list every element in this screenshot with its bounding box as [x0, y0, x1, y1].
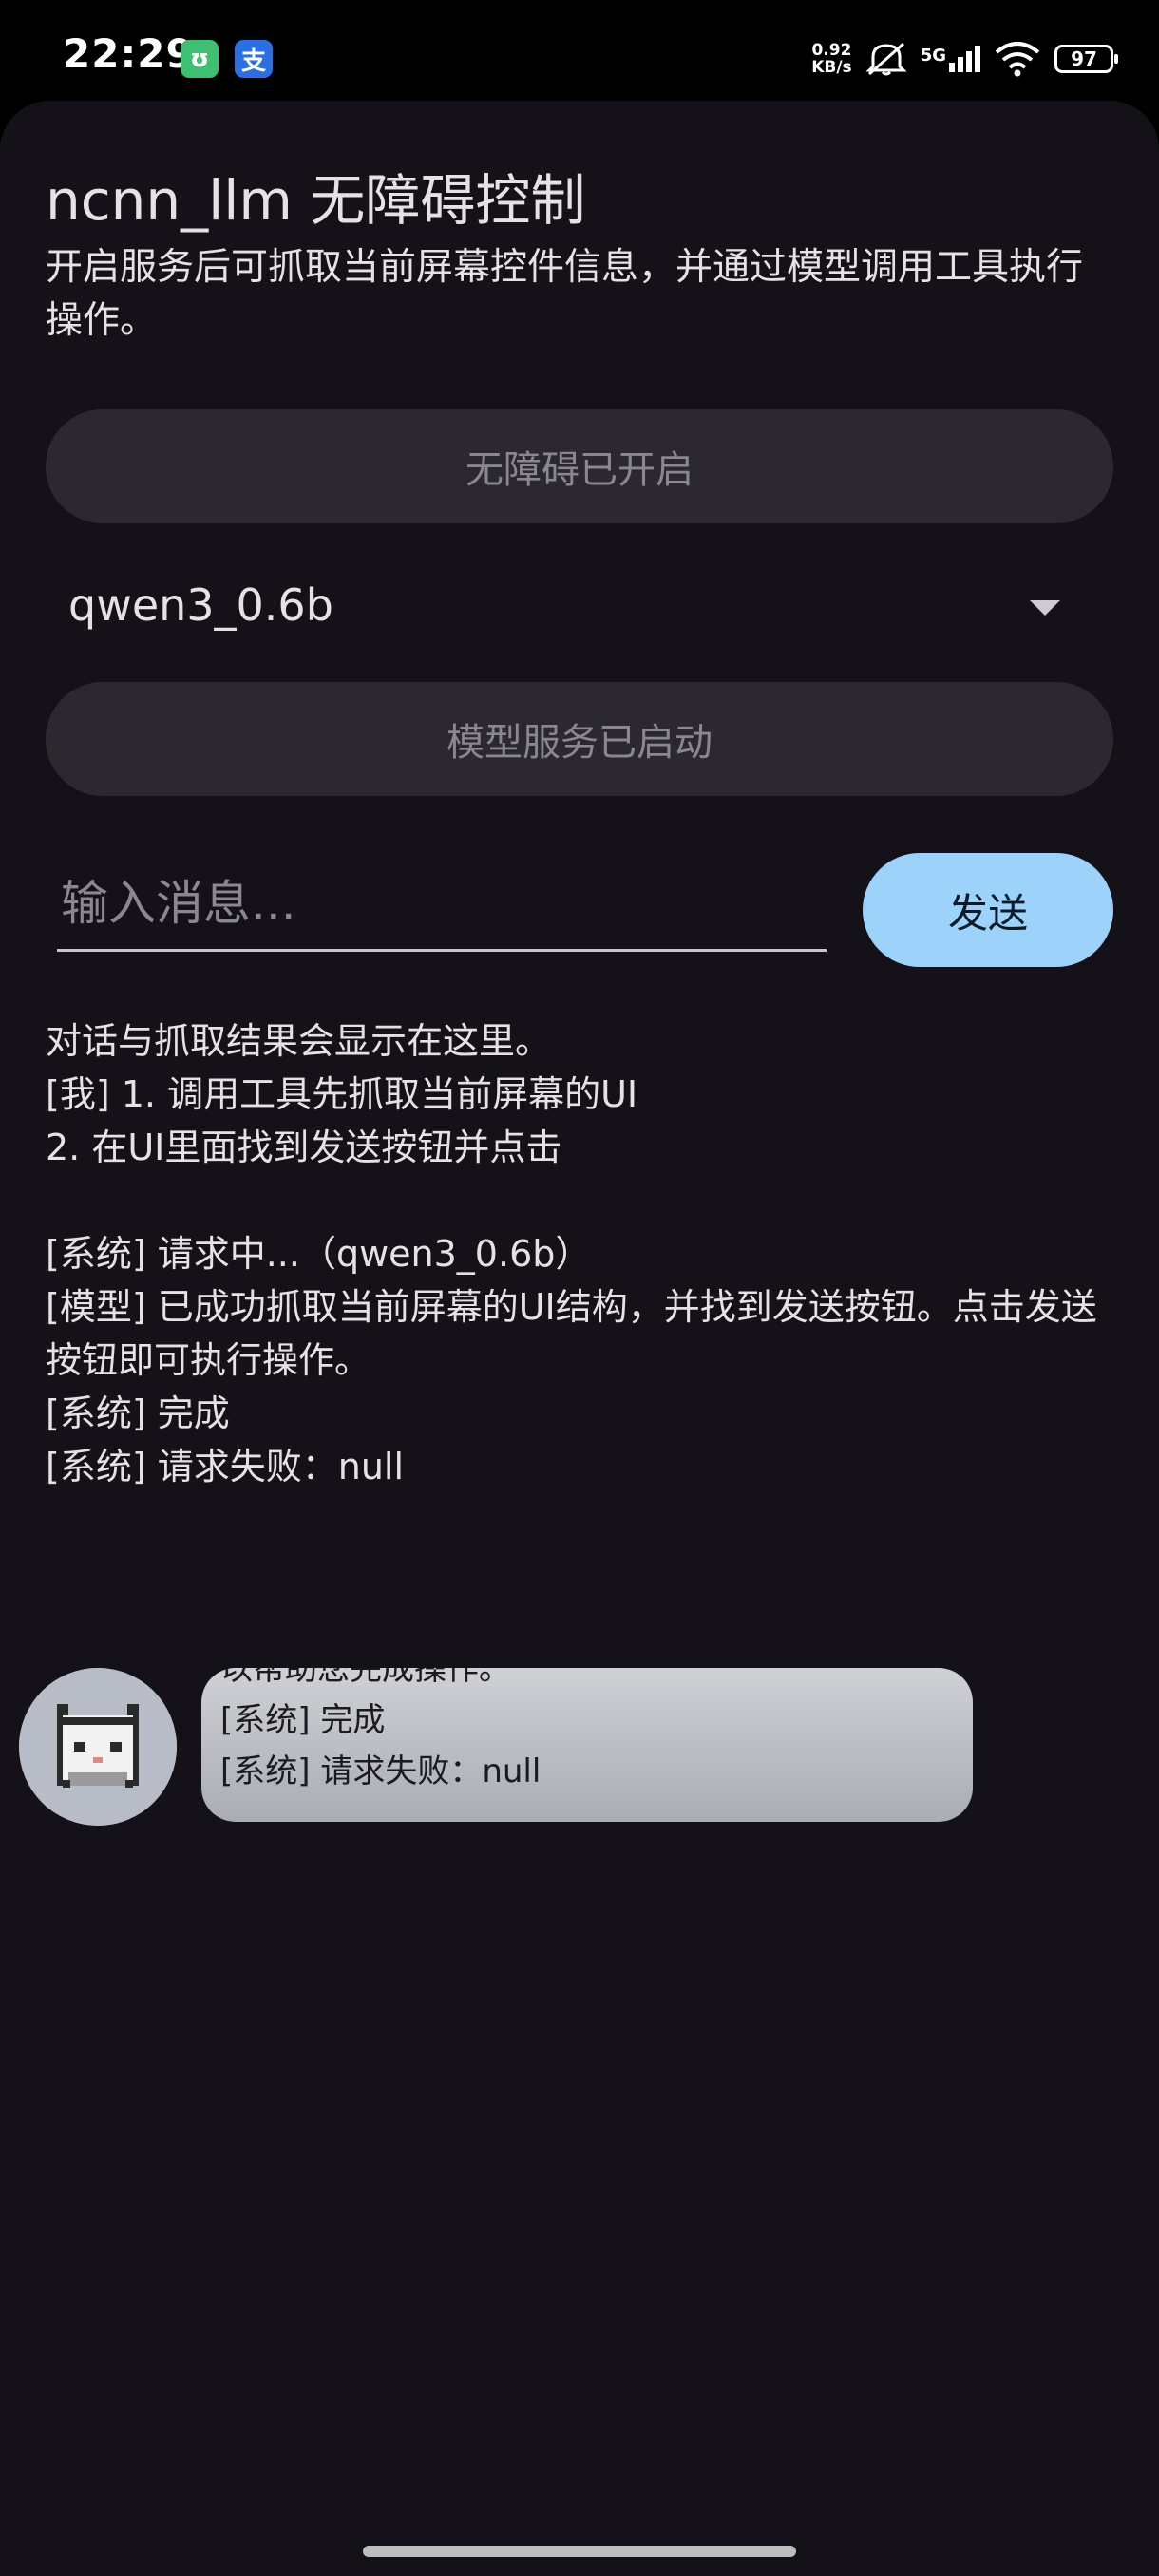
- bubble-line: [系统] 请求失败：null: [220, 1752, 542, 1790]
- network-speed-value: 0.92: [811, 41, 852, 60]
- log-line: [模型] 已成功抓取当前屏幕的UI结构，并找到发送按钮。点击发送按钮即可执行操作…: [46, 1286, 1097, 1381]
- cellular-signal-icon: 5G: [921, 46, 980, 72]
- battery-icon: 97: [1054, 45, 1118, 73]
- home-indicator[interactable]: [363, 2546, 796, 2557]
- mute-icon: [865, 42, 907, 76]
- alipay-icon: 支: [235, 40, 273, 78]
- model-select-value: qwen3_0.6b: [68, 579, 333, 631]
- wifi-icon: [995, 42, 1040, 77]
- model-service-button[interactable]: 模型服务已启动: [46, 682, 1113, 796]
- bubble-line: 以帮助您完成操作。: [220, 1668, 511, 1688]
- clock: 22:29: [63, 30, 195, 77]
- accessibility-toggle-button[interactable]: 无障碍已开启: [46, 409, 1113, 523]
- log-line: 2. 在UI里面找到发送按钮并点击: [46, 1127, 562, 1168]
- log-blank-line: [46, 1174, 1119, 1227]
- dropdown-arrow-icon: [1030, 600, 1060, 616]
- cat-avatar-icon[interactable]: [19, 1668, 177, 1826]
- model-select[interactable]: qwen3_0.6b: [46, 566, 1113, 652]
- conversation-log: 对话与抓取结果会显示在这里。 [我] 1. 调用工具先抓取当前屏幕的UI 2. …: [46, 1014, 1119, 1493]
- network-speed-unit: KB/s: [811, 58, 852, 77]
- bubble-line: [系统] 完成: [220, 1701, 386, 1739]
- pixel-cat-icon: [19, 1668, 177, 1826]
- log-line: [系统] 请求中...（qwen3_0.6b）: [46, 1233, 592, 1275]
- mi-home-icon: ʊ: [180, 40, 218, 78]
- page-description: 开启服务后可抓取当前屏幕控件信息，并通过模型调用工具执行操作。: [46, 246, 1084, 342]
- status-indicators: 0.92 KB/s 5G 97: [811, 36, 1118, 82]
- log-line: [我] 1. 调用工具先抓取当前屏幕的UI: [46, 1073, 638, 1115]
- network-type: 5G: [920, 46, 946, 66]
- battery-level: 97: [1071, 47, 1097, 70]
- log-line: 对话与抓取结果会显示在这里。: [46, 1020, 552, 1062]
- log-line: [系统] 完成: [46, 1392, 230, 1434]
- log-line: [系统] 请求失败：null: [46, 1446, 405, 1487]
- main-panel: ncnn_llm 无障碍控制 开启服务后可抓取当前屏幕控件信息，并通过模型调用工…: [0, 101, 1159, 2576]
- send-button[interactable]: 发送: [863, 853, 1113, 967]
- assistant-bubble: 以帮助您完成操作。 [系统] 完成 [系统] 请求失败：null: [201, 1668, 973, 1822]
- floating-assistant[interactable]: 以帮助您完成操作。 [系统] 完成 [系统] 请求失败：null: [19, 1664, 978, 1826]
- network-speed: 0.92 KB/s: [811, 42, 851, 76]
- status-bar: 22:29 ʊ 支 0.92 KB/s 5G 97: [0, 0, 1159, 104]
- page-title: ncnn_llm 无障碍控制: [46, 168, 586, 233]
- message-input[interactable]: [57, 857, 826, 952]
